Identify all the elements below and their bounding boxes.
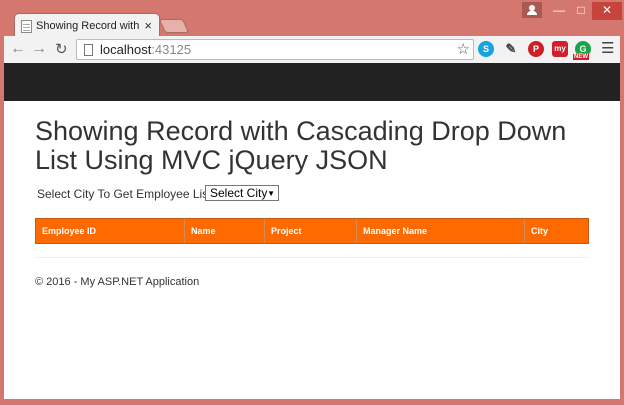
column-header-employee-id: Employee ID bbox=[36, 219, 185, 243]
city-filter-label: Select City To Get Employee List : bbox=[37, 187, 219, 201]
skype-icon[interactable]: S bbox=[478, 41, 494, 57]
maximize-icon[interactable]: □ bbox=[570, 2, 592, 20]
menu-icon[interactable]: ☰ bbox=[601, 39, 614, 57]
url-port: :43125 bbox=[151, 42, 192, 57]
url-text: localhost:43125 bbox=[100, 42, 191, 57]
column-header-city: City bbox=[531, 226, 549, 236]
grammarly-new-badge: NEW bbox=[573, 54, 589, 60]
pinterest-icon[interactable]: P bbox=[528, 41, 544, 57]
page-title: Showing Record with Cascading Drop Down … bbox=[35, 116, 567, 175]
address-bar[interactable]: localhost:43125 ☆ bbox=[76, 39, 474, 60]
forward-icon[interactable]: → bbox=[31, 40, 47, 58]
column-header-name: Name bbox=[185, 219, 265, 243]
city-select-value: Select City bbox=[210, 186, 268, 200]
minimize-icon[interactable]: — bbox=[548, 2, 570, 20]
window-close-icon[interactable]: ✕ bbox=[592, 2, 622, 20]
page-viewport: Showing Record with Cascading Drop Down … bbox=[4, 63, 620, 399]
new-tab-button[interactable] bbox=[158, 19, 190, 33]
bookmark-star-icon[interactable]: ☆ bbox=[457, 40, 470, 58]
footer-copyright: © 2016 - My ASP.NET Application bbox=[35, 276, 200, 288]
browser-toolbar: ← → ↻ localhost:43125 ☆ S ✎ P my G NEW ☰ bbox=[4, 36, 620, 63]
tab-title: Showing Record with Cas bbox=[36, 20, 140, 32]
tab-close-icon[interactable]: × bbox=[144, 18, 152, 33]
reload-icon[interactable]: ↻ bbox=[55, 40, 68, 58]
user-profile-icon[interactable] bbox=[522, 2, 542, 18]
eyedropper-icon[interactable]: ✎ bbox=[503, 41, 519, 57]
city-select[interactable]: Select City ▼ bbox=[205, 185, 279, 201]
dropdown-arrow-icon: ▼ bbox=[267, 189, 275, 198]
back-icon[interactable]: ← bbox=[10, 40, 26, 58]
site-navbar bbox=[4, 63, 620, 101]
employee-table-header: Employee ID Name Project Manager Name Ci… bbox=[35, 218, 589, 244]
browser-window: Showing Record with Cas × — □ ✕ ← → ↻ lo… bbox=[0, 0, 624, 405]
column-header-manager-name: Manager Name bbox=[357, 219, 525, 243]
my-icon[interactable]: my bbox=[552, 41, 568, 57]
page-icon bbox=[84, 44, 93, 56]
url-host: localhost bbox=[100, 42, 152, 57]
divider bbox=[35, 257, 589, 258]
column-header-project: Project bbox=[265, 219, 357, 243]
page-favicon-icon bbox=[21, 20, 32, 33]
